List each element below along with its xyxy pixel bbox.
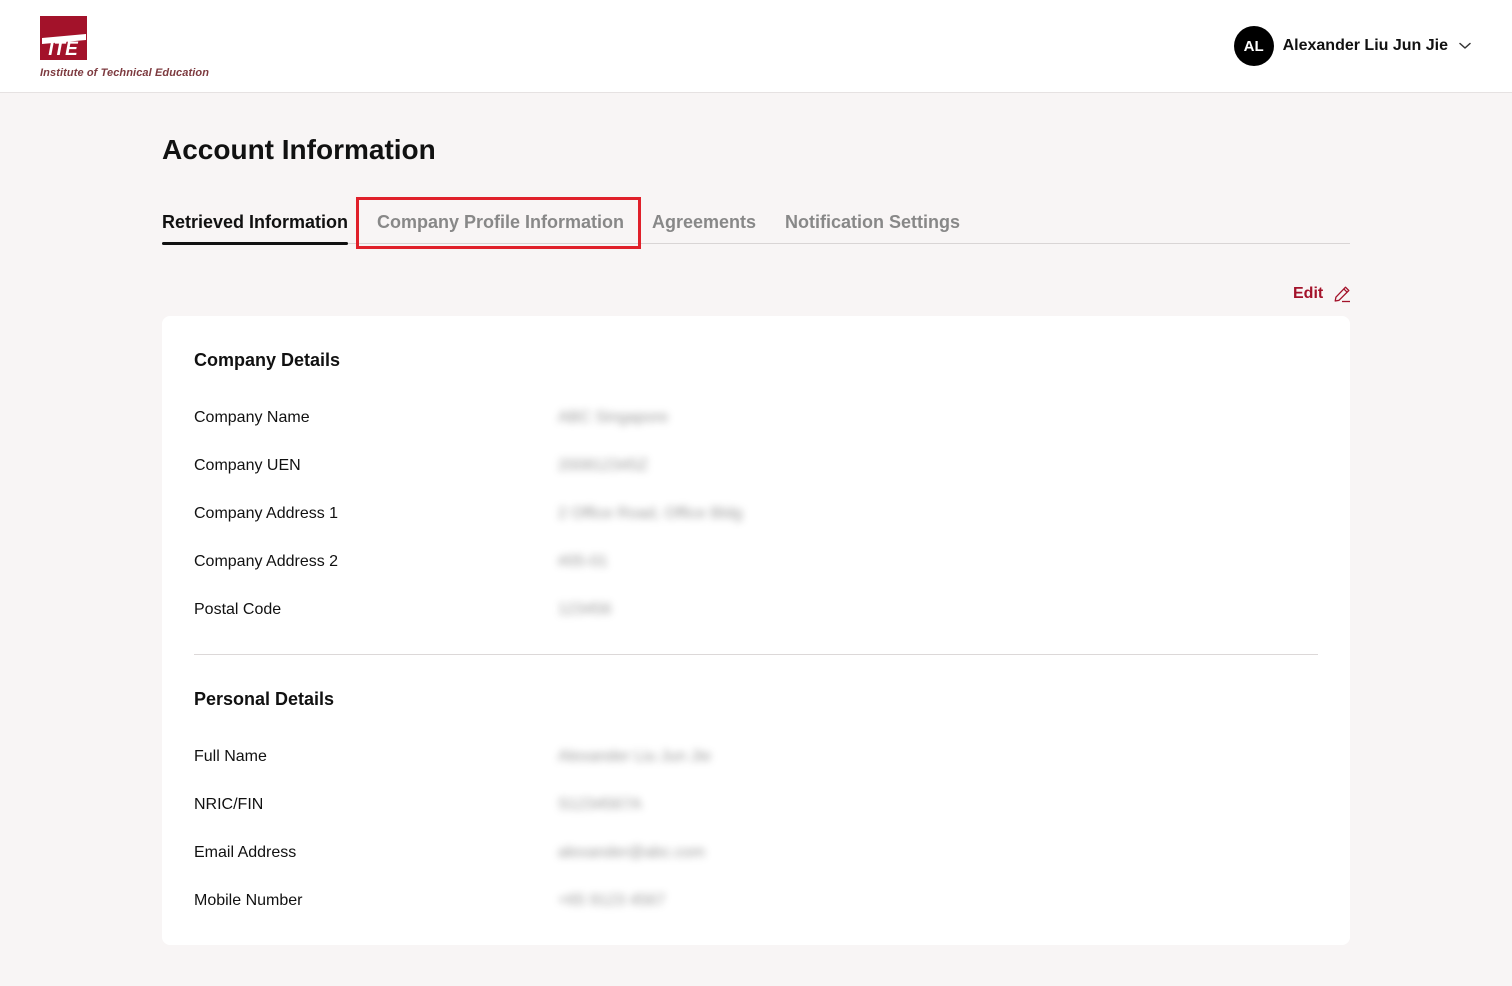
company-uen-value: 200812345Z (558, 457, 648, 474)
full-name-label: Full Name (194, 748, 267, 765)
svg-text:ITE: ITE (48, 39, 79, 60)
nric-fin-value: S1234567A (558, 796, 642, 813)
section-divider (194, 654, 1318, 655)
personal-details-title: Personal Details (194, 689, 335, 709)
tab-retrieved-information[interactable]: Retrieved Information (162, 200, 349, 245)
pencil-icon (1333, 285, 1351, 303)
tab-company-profile-information[interactable]: Company Profile Information (377, 200, 624, 244)
mobile-number-label: Mobile Number (194, 892, 303, 909)
email-address-label: Email Address (194, 844, 297, 861)
ite-logo[interactable]: ITE (40, 16, 87, 60)
top-header: ITE Institute of Technical Education AL … (0, 0, 1512, 93)
page-title: Account Information (162, 134, 436, 165)
chevron-down-icon[interactable] (1458, 39, 1472, 53)
company-address-2-value: #05-01 (558, 553, 608, 570)
postal-code-value: 123456 (558, 601, 612, 618)
company-address-2-label: Company Address 2 (194, 553, 339, 570)
company-details-title: Company Details (194, 350, 341, 370)
details-card: Company Details Company Name ABC Singapo… (162, 316, 1350, 945)
edit-label: Edit (1293, 285, 1324, 302)
mobile-number-value: +65 9123 4567 (558, 892, 666, 909)
email-address-value: alexander@abc.com (558, 844, 705, 861)
avatar-initials: AL (1243, 37, 1264, 55)
tab-bar: Retrieved Information Company Profile In… (162, 200, 1350, 245)
company-name-label: Company Name (194, 409, 310, 426)
company-address-1-value: 2 Office Road, Office Bldg (558, 505, 743, 522)
user-menu[interactable]: AL Alexander Liu Jun Jie (1233, 26, 1472, 66)
tab-notification-settings[interactable]: Notification Settings (785, 200, 960, 244)
company-name-value: ABC Singapore (558, 409, 669, 426)
avatar[interactable]: AL (1233, 26, 1274, 66)
company-address-1-label: Company Address 1 (194, 505, 339, 522)
nric-fin-label: NRIC/FIN (194, 796, 264, 813)
company-uen-label: Company UEN (194, 457, 301, 474)
edit-button[interactable]: Edit (1293, 283, 1351, 305)
user-name[interactable]: Alexander Liu Jun Jie (1283, 37, 1448, 55)
tab-agreements[interactable]: Agreements (652, 200, 756, 244)
full-name-value: Alexander Liu Jun Jie (558, 748, 711, 765)
postal-code-label: Postal Code (194, 601, 282, 618)
logo-caption: Institute of Technical Education (40, 67, 210, 79)
